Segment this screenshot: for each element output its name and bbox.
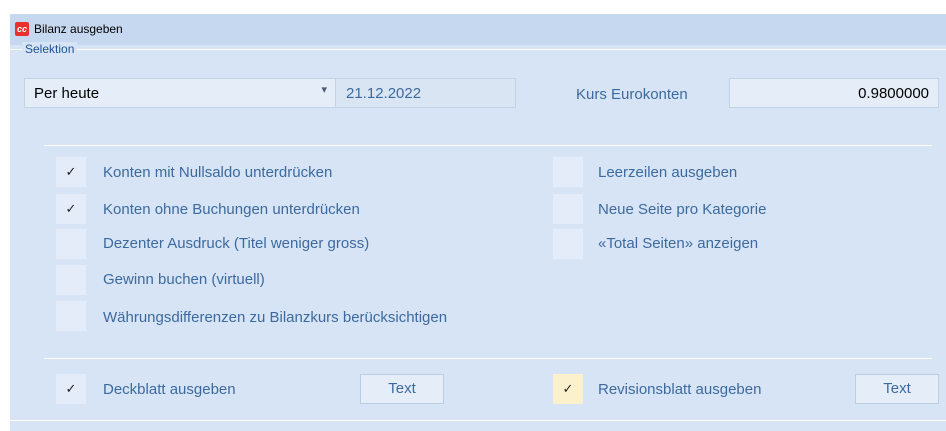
checkbox-currency-differences[interactable] (56, 301, 86, 331)
selection-group-label: Selektion (22, 42, 78, 56)
window-title: Bilanz ausgeben (34, 22, 123, 36)
separator-bottom (44, 358, 932, 359)
period-select[interactable]: Per heute ▾ (24, 78, 336, 108)
rate-input[interactable]: 0.9800000 (729, 78, 939, 108)
rate-value: 0.9800000 (858, 85, 929, 102)
checkbox-cover-sheet[interactable]: ✓ (56, 374, 86, 404)
check-icon: ✓ (65, 381, 77, 396)
checkbox-empty-lines[interactable] (553, 157, 583, 187)
label-cover-sheet: Deckblatt ausgeben (103, 381, 236, 398)
checkbox-hide-zero-balance[interactable]: ✓ (56, 157, 86, 187)
checkbox-hide-no-bookings[interactable]: ✓ (56, 194, 86, 224)
label-new-page-per-category: Neue Seite pro Kategorie (598, 201, 767, 218)
checkbox-discreet-print[interactable] (56, 229, 86, 259)
label-book-profit: Gewinn buchen (virtuell) (103, 271, 265, 288)
label-hide-zero-balance: Konten mit Nullsaldo unterdrücken (103, 164, 333, 181)
check-icon: ✓ (65, 164, 77, 179)
separator-top (44, 145, 932, 146)
checkbox-revision-sheet[interactable]: ✓ (553, 374, 583, 404)
title-bar: cc Bilanz ausgeben (10, 14, 946, 45)
label-discreet-print: Dezenter Ausdruck (Titel weniger gross) (103, 235, 370, 252)
date-value: 21.12.2022 (346, 85, 422, 102)
checkbox-new-page-per-category[interactable] (553, 194, 583, 224)
checkbox-book-profit[interactable] (56, 265, 86, 295)
app-logo-icon: cc (15, 22, 29, 36)
cover-text-button[interactable]: Text (360, 374, 444, 404)
rate-label: Kurs Eurokonten (576, 86, 688, 103)
check-icon: ✓ (65, 201, 77, 216)
period-select-value: Per heute (34, 85, 100, 102)
label-hide-no-bookings: Konten ohne Buchungen unterdrücken (103, 201, 360, 218)
check-icon: ✓ (562, 381, 574, 396)
label-revision-sheet: Revisionsblatt ausgeben (598, 381, 762, 398)
chevron-down-icon[interactable]: ▾ (321, 83, 327, 96)
label-total-pages: «Total Seiten» anzeigen (598, 235, 759, 252)
label-currency-differences: Währungsdifferenzen zu Bilanzkurs berück… (103, 309, 448, 326)
label-empty-lines: Leerzeilen ausgeben (598, 164, 738, 181)
checkbox-total-pages[interactable] (553, 229, 583, 259)
date-field: 21.12.2022 (335, 78, 516, 108)
revision-text-button[interactable]: Text (855, 374, 939, 404)
